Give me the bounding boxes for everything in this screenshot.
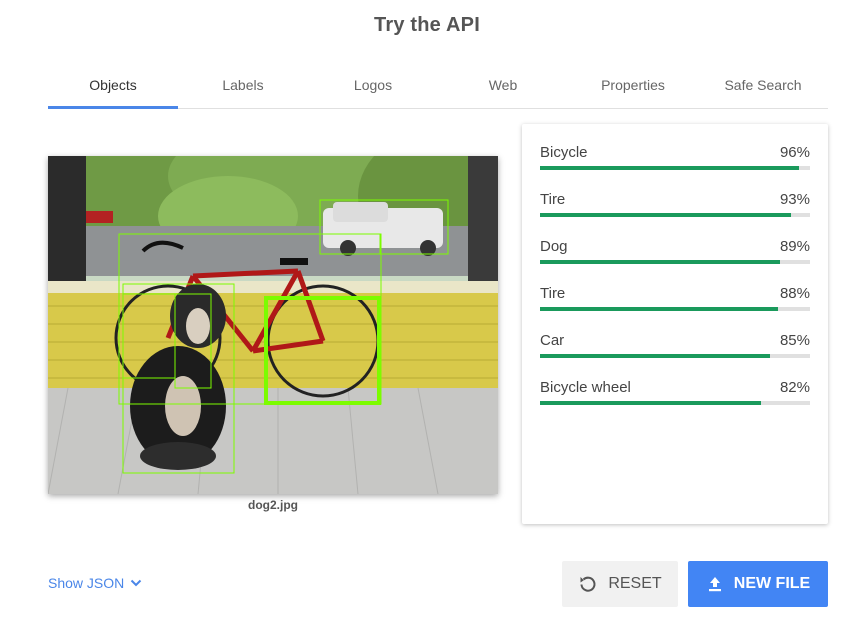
result-label: Car: [540, 332, 565, 349]
result-row: Car 85%: [540, 312, 810, 358]
result-row: Bicycle 96%: [540, 124, 810, 170]
confidence-track: [540, 307, 810, 311]
result-row: Tire 88%: [540, 265, 810, 311]
result-percent: 93%: [779, 191, 810, 208]
result-row: Tire 93%: [540, 171, 810, 217]
tab-web[interactable]: Web: [438, 66, 568, 108]
analyzed-photo: [48, 156, 498, 494]
confidence-track: [540, 354, 810, 358]
show-json-label: Show JSON: [48, 575, 125, 591]
result-label: Dog: [540, 238, 568, 255]
image-filename: dog2.jpg: [248, 498, 298, 512]
tab-bar: Objects Labels Logos Web Properties Safe…: [48, 66, 828, 109]
tab-labels[interactable]: Labels: [178, 66, 308, 108]
tab-logos[interactable]: Logos: [308, 66, 438, 108]
page-title: Try the API: [374, 14, 480, 36]
confidence-track: [540, 260, 810, 264]
result-percent: 82%: [779, 379, 810, 396]
reset-button[interactable]: RESET: [562, 561, 678, 607]
confidence-track: [540, 401, 810, 405]
result-percent: 96%: [779, 144, 810, 161]
results-panel: Bicycle 96% Tire 93% Dog 89% Tire 88% Ca…: [522, 124, 828, 524]
result-percent: 89%: [779, 238, 810, 255]
reset-icon: [580, 576, 596, 592]
confidence-track: [540, 166, 810, 170]
tab-properties[interactable]: Properties: [568, 66, 698, 108]
tab-safe-search[interactable]: Safe Search: [698, 66, 828, 108]
result-percent: 85%: [779, 332, 810, 349]
new-file-label: NEW FILE: [733, 575, 811, 592]
confidence-bar: [540, 260, 781, 264]
confidence-bar: [540, 307, 778, 311]
result-label: Tire: [540, 285, 566, 302]
confidence-track: [540, 213, 810, 217]
result-label: Bicycle wheel: [540, 379, 631, 396]
chevron-down-icon: [131, 579, 142, 587]
result-row: Bicycle wheel 82%: [540, 359, 810, 405]
result-label: Tire: [540, 191, 566, 208]
result-label: Bicycle: [540, 144, 588, 161]
reset-label: RESET: [608, 575, 662, 592]
confidence-bar: [540, 354, 770, 358]
result-row: Dog 89%: [540, 218, 810, 264]
upload-icon: [708, 577, 721, 592]
new-file-button[interactable]: NEW FILE: [688, 561, 828, 607]
result-percent: 88%: [779, 285, 810, 302]
show-json-toggle[interactable]: Show JSON: [48, 575, 142, 591]
confidence-bar: [540, 166, 800, 170]
tab-objects[interactable]: Objects: [48, 66, 178, 109]
confidence-bar: [540, 401, 762, 405]
confidence-bar: [540, 213, 792, 217]
photo-illustration: [48, 156, 498, 494]
